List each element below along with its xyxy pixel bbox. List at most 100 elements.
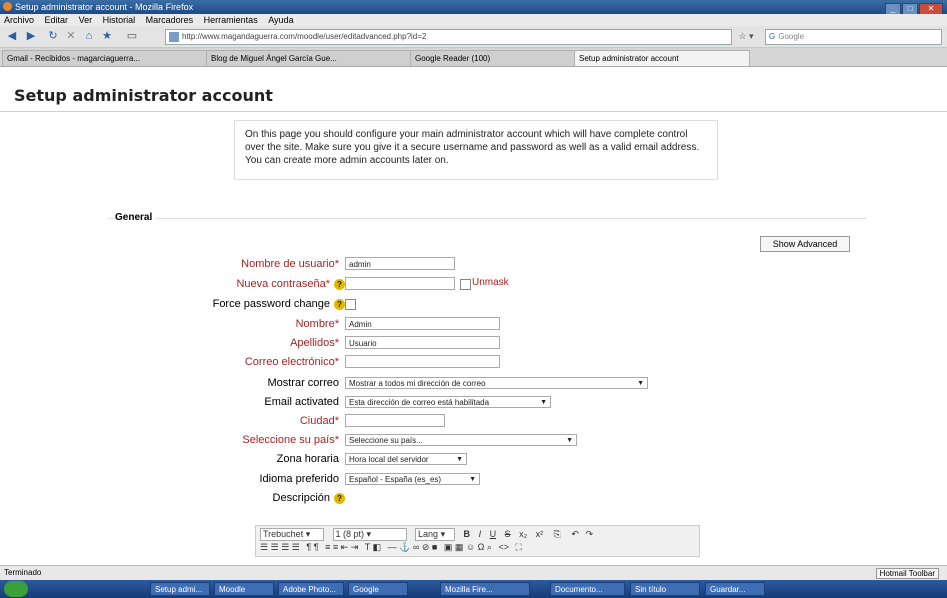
taskbar-item[interactable]: Moodle [214,582,274,596]
taskbar-item[interactable]: Sin título [630,582,700,596]
ordered-list-icon[interactable]: ≡ [325,542,330,552]
clean-icon[interactable]: ⎘ [554,529,561,539]
description-label: Descripción? [273,492,345,504]
menu-editar[interactable]: Editar [45,15,69,25]
link-icon[interactable]: ∞ [413,542,419,552]
url-bar[interactable]: http://www.magandaguerra.com/moodle/user… [165,29,732,45]
city-input[interactable] [345,414,445,427]
forward-icon[interactable]: ▶ [24,29,38,43]
back-icon[interactable]: ◀ [3,29,21,43]
help-icon[interactable]: ? [334,298,345,310]
strikethrough-icon[interactable]: S [505,529,511,539]
undo-icon[interactable]: ↶ [571,529,579,539]
fullscreen-icon[interactable]: ⛶ [516,542,522,552]
unlink-icon[interactable]: ⊘ [422,542,430,552]
bookmark-icon[interactable]: ★ [100,29,114,43]
country-select[interactable]: Seleccione su país... ▼ [345,434,577,446]
special-char-icon[interactable]: Ω [478,542,485,552]
nolink-icon[interactable]: ■ [432,542,437,552]
start-button[interactable] [4,581,28,597]
ltr-icon[interactable]: ¶ [306,542,311,552]
country-label: Seleccione su país* [242,434,339,446]
username-input[interactable]: admin [345,257,455,270]
indent-icon[interactable]: ⇥ [351,542,359,552]
emailactive-label: Email activated [264,396,339,408]
description-label-text: Descripción [272,492,330,504]
bold-icon[interactable]: B [464,529,471,539]
tab-blog[interactable]: Blog de Miguel Ángel García Gue... [206,50,412,66]
status-text: Terminado [4,568,42,577]
text-color-icon[interactable]: T [365,542,370,552]
html-source-icon[interactable]: <> [498,542,509,552]
tab-gmail[interactable]: Gmail - Recibidos - magarciaguerra... [2,50,208,66]
menu-ver[interactable]: Ver [79,15,93,25]
show-advanced-button[interactable]: Show Advanced [760,236,850,252]
tab-label: Google Reader (100) [415,54,491,63]
help-icon[interactable]: ? [334,492,345,504]
align-right-icon[interactable]: ☰ [281,542,289,552]
tab-bar: Gmail - Recibidos - magarciaguerra... Bl… [0,48,947,67]
align-left-icon[interactable]: ☰ [260,542,268,552]
url-dropdown-icon[interactable]: ☆ ▾ [735,29,757,43]
status-toolbar-label: Hotmail Toolbar [875,568,939,579]
taskbar-item[interactable]: Mozilla Fire... [440,582,530,596]
menu-ayuda[interactable]: Ayuda [268,15,293,25]
stop-icon[interactable]: ✕ [64,29,78,43]
italic-icon[interactable]: I [479,529,482,539]
divider [0,111,947,112]
bg-color-icon[interactable]: ◧ [373,542,382,552]
editor-row-2: ☰ ☰ ☰ ☰ ¶ ¶ ≡ ≡ ⇤ ⇥ T ◧ — ⚓ ∞ ⊘ ■ ▣ ▦ ☺ … [260,542,522,553]
email-input[interactable] [345,355,500,368]
tab-setup-admin[interactable]: Setup administrator account [574,50,750,66]
menu-marcadores[interactable]: Marcadores [146,15,194,25]
help-icon[interactable]: ? [334,278,345,290]
reload-icon[interactable]: ↻ [46,29,60,43]
lastname-input[interactable]: Usuario [345,336,500,349]
superscript-icon[interactable]: x² [536,529,544,539]
align-justify-icon[interactable]: ☰ [292,542,300,552]
maildisplay-select[interactable]: Mostrar a todos mi dirección de correo ▼ [345,377,648,389]
search-replace-icon[interactable]: ⌕ [487,542,492,552]
maildisplay-label: Mostrar correo [267,377,339,389]
tab-google-reader[interactable]: Google Reader (100) [410,50,576,66]
align-center-icon[interactable]: ☰ [271,542,279,552]
subscript-icon[interactable]: x₂ [519,529,527,539]
redo-icon[interactable]: ↷ [585,529,593,539]
size-select[interactable]: 1 (8 pt) ▾ [332,528,407,541]
firstname-label: Nombre* [295,318,339,330]
anchor-icon[interactable]: ⚓ [399,542,410,552]
table-icon[interactable]: ▦ [455,542,464,552]
home-icon[interactable]: ⌂ [82,29,96,43]
taskbar: Setup admi... Moodle Adobe Photo... Goog… [0,580,947,598]
emailactive-select[interactable]: Esta dirección de correo está habilitada… [345,396,551,408]
font-select[interactable]: Trebuchet ▾ [260,528,324,541]
lang-value: Lang [418,529,439,539]
unordered-list-icon[interactable]: ≡ [333,542,338,552]
lang-select[interactable]: Lang ▾ [415,528,456,541]
taskbar-item[interactable]: Setup admi... [150,582,210,596]
size-value: 1 (8 pt) [335,529,365,539]
taskbar-item[interactable]: Documento... [550,582,625,596]
menu-herramientas[interactable]: Herramientas [204,15,258,25]
status-toolbar[interactable]: Hotmail Toolbar [875,567,939,581]
rtl-icon[interactable]: ¶ [314,542,319,552]
horizontal-rule-icon[interactable]: — [388,542,397,552]
smiley-icon[interactable]: ☺ [466,542,475,552]
taskbar-item[interactable]: Guardar... [705,582,765,596]
outdent-icon[interactable]: ⇤ [341,542,349,552]
firstname-input[interactable]: Admin [345,317,500,330]
email-label: Correo electrónico* [244,356,339,368]
timezone-select[interactable]: Hora local del servidor ▼ [345,453,467,465]
status-bar: Terminado Hotmail Toolbar [0,565,947,580]
image-icon[interactable]: ▣ [444,542,453,552]
language-select[interactable]: Español - España (es_es) ▼ [345,473,480,485]
taskbar-item[interactable]: Adobe Photo... [278,582,344,596]
unmask-checkbox[interactable] [460,279,471,290]
force-change-checkbox[interactable] [345,299,356,310]
menu-historial[interactable]: Historial [103,15,136,25]
taskbar-item[interactable]: Google [348,582,408,596]
underline-icon[interactable]: U [490,529,497,539]
menu-archivo[interactable]: Archivo [4,15,34,25]
search-box[interactable]: G Google [765,29,942,45]
password-input[interactable] [345,277,455,290]
